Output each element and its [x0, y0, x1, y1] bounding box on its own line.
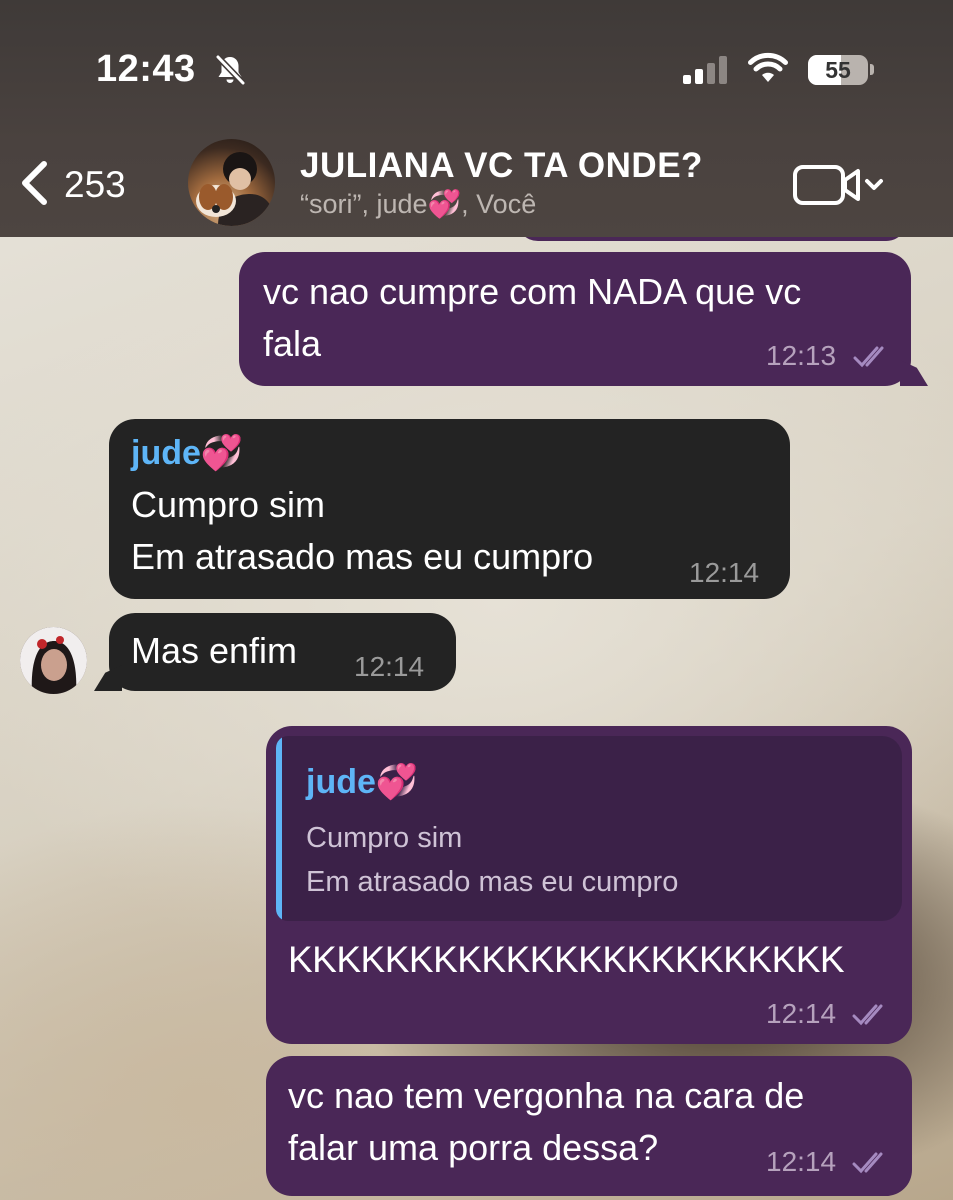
message-bubble[interactable]: vc nao tem vergonha na cara de falar uma… [266, 1056, 912, 1196]
message-time: 12:14 [354, 651, 425, 682]
wifi-icon [748, 52, 788, 89]
message-text: Cumpro sim Em atrasado mas eu cumpro [131, 484, 594, 577]
message-time: 12:14 [766, 998, 837, 1029]
battery-level: 55 [825, 57, 851, 83]
reply-quoted-text: Cumpro sim Em atrasado mas eu cumpro [306, 822, 679, 898]
chat-title[interactable]: JULIANA VC TA ONDE? [300, 146, 703, 186]
unread-count: 253 [64, 164, 126, 205]
reply-bar [276, 736, 282, 921]
message-text: vc nao tem vergonha na cara de falar uma… [288, 1075, 805, 1168]
message-bubble[interactable]: Mas enfim 12:14 [109, 613, 456, 691]
message-time: 12:14 [766, 1146, 837, 1177]
chat-members: “sori”, jude💞, Você [300, 189, 537, 219]
double-check-icon [852, 1002, 890, 1033]
message-bubble[interactable]: jude💞 Cumpro sim Em atrasado mas eu cump… [109, 419, 790, 599]
double-check-icon [853, 344, 891, 375]
chevron-left-icon [18, 160, 50, 211]
message-time: 12:13 [766, 340, 837, 371]
group-avatar[interactable] [188, 139, 275, 226]
video-call-button[interactable] [792, 160, 892, 215]
status-time: 12:43 [96, 48, 196, 90]
message-bubble[interactable]: jude💞 Cumpro sim Em atrasado mas eu cump… [266, 726, 912, 1044]
message-text: Mas enfim [131, 630, 298, 671]
double-check-icon [852, 1150, 890, 1181]
video-camera-icon [792, 165, 892, 214]
battery-indicator: 55 [808, 55, 868, 85]
sender-name[interactable]: jude💞 [131, 433, 243, 473]
battery-nub [870, 64, 874, 75]
message-text: vc nao cumpre com NADA que vc fala [263, 271, 802, 364]
bell-slash-icon [212, 52, 248, 93]
sender-avatar[interactable] [20, 627, 87, 694]
message-time: 12:14 [689, 557, 760, 588]
cellular-signal-icon [683, 56, 731, 89]
reply-sender-name: jude💞 [306, 763, 419, 801]
reply-preview[interactable]: jude💞 Cumpro sim Em atrasado mas eu cump… [276, 736, 902, 921]
chat-header: 12:43 55 253 JULIANA VC TA ONDE? “sori”,… [0, 0, 953, 237]
message-bubble[interactable]: vc nao cumpre com NADA que vc fala 12:13 [239, 252, 911, 386]
message-text: KKKKKKKKKKKKKKKKKKKKKKK [288, 939, 845, 980]
back-button[interactable]: 253 [18, 155, 158, 215]
